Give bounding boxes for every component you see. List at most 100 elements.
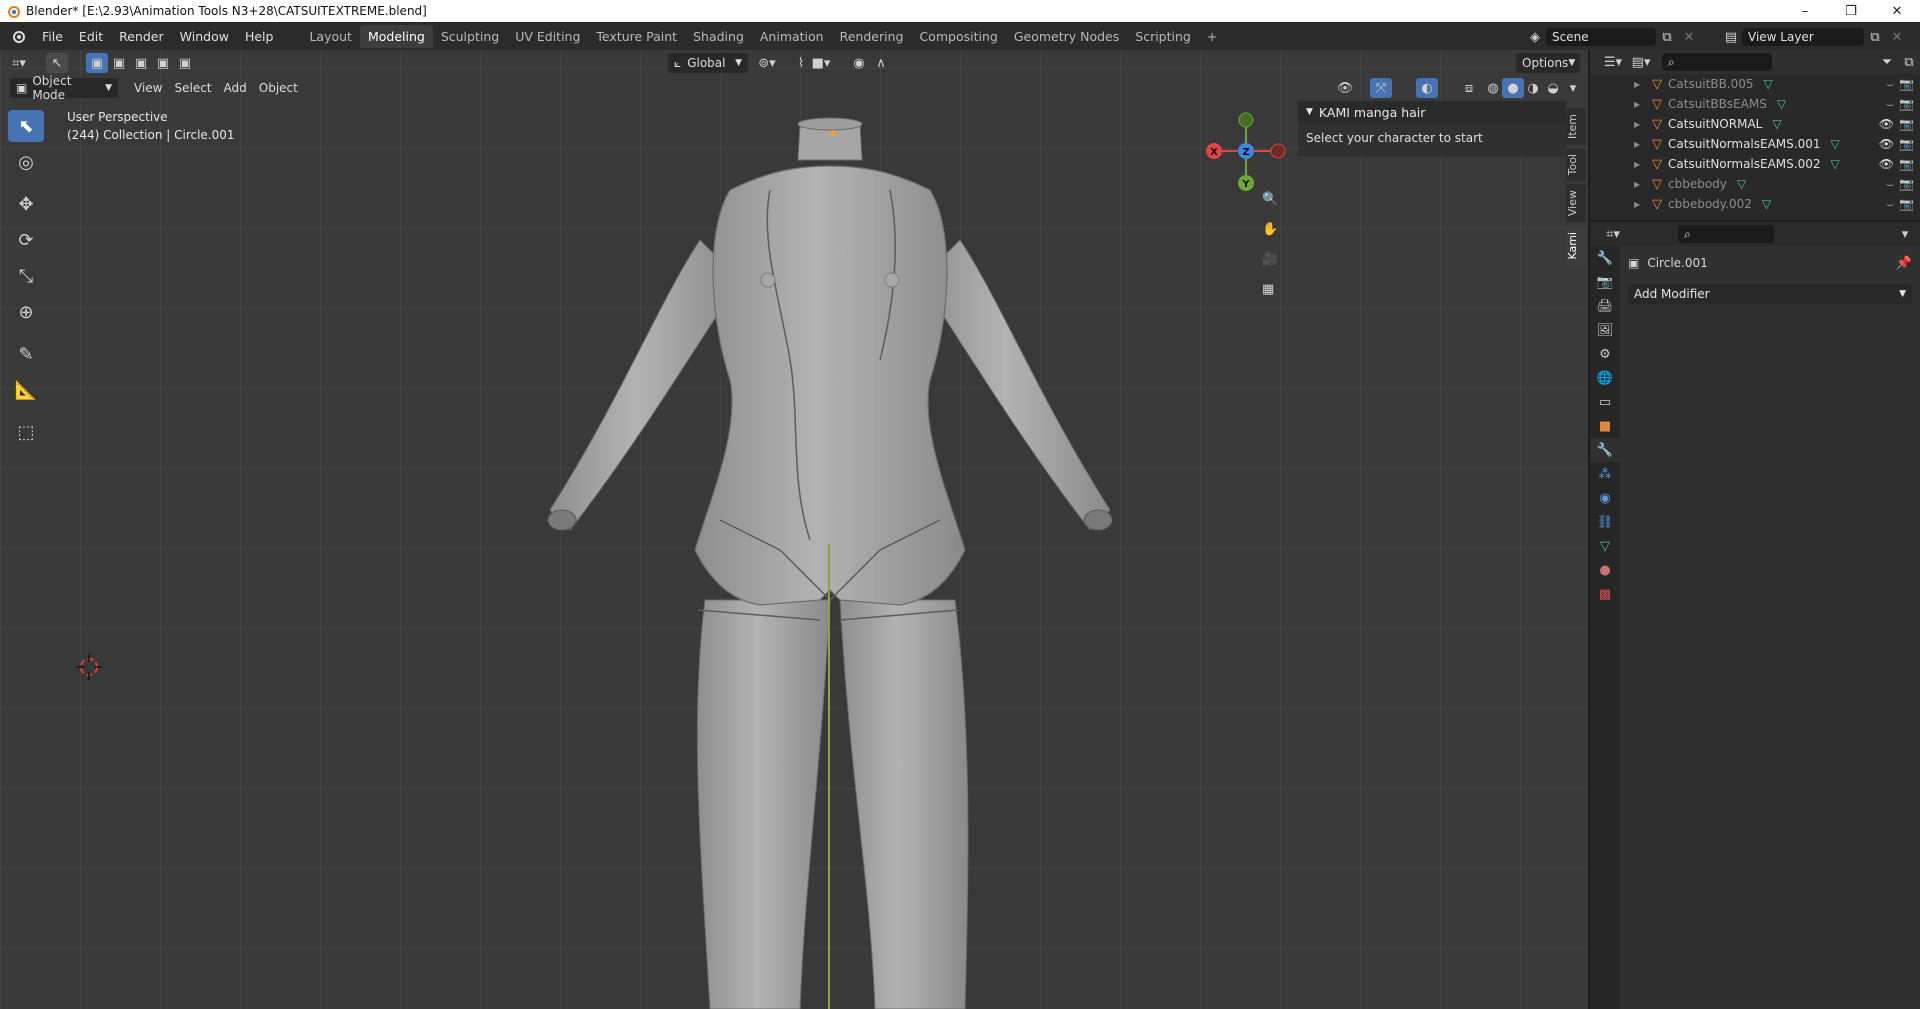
tab-texture-paint[interactable]: Texture Paint: [588, 25, 685, 48]
minimize-button[interactable]: –: [1782, 0, 1828, 22]
filter-icon[interactable]: ⏷: [1876, 52, 1898, 72]
menu-render[interactable]: Render: [111, 29, 172, 44]
scene-icon[interactable]: ◈: [1524, 27, 1546, 47]
pin-icon[interactable]: 📌: [1896, 256, 1912, 271]
output-properties-icon[interactable]: 🖨: [1590, 294, 1620, 318]
scene-field[interactable]: Scene: [1546, 28, 1656, 46]
outliner-editor-icon[interactable]: ☰▾: [1602, 52, 1624, 72]
menu-add[interactable]: Add: [218, 78, 253, 98]
options-dropdown[interactable]: Options ▼: [1516, 53, 1580, 73]
close-button[interactable]: ✕: [1874, 0, 1920, 22]
material-properties-icon[interactable]: ●: [1590, 558, 1620, 582]
menu-help[interactable]: Help: [237, 29, 282, 44]
expand-arrow-icon[interactable]: ▶: [1634, 80, 1648, 89]
modifier-properties-icon[interactable]: 🔧: [1590, 438, 1620, 462]
expand-arrow-icon[interactable]: ▶: [1634, 100, 1648, 109]
texture-properties-icon[interactable]: ▩: [1590, 582, 1620, 606]
new-view-layer-icon[interactable]: ⧉: [1864, 27, 1886, 47]
wireframe-shading-icon[interactable]: ◍: [1482, 78, 1504, 98]
grid-perspective-icon[interactable]: ▦: [1262, 282, 1274, 297]
mesh-data-icon[interactable]: ▽: [1764, 77, 1773, 91]
view-layer-field[interactable]: View Layer: [1742, 28, 1864, 46]
menu-window[interactable]: Window: [172, 29, 237, 44]
mesh-data-icon[interactable]: ▽: [1830, 137, 1839, 151]
eye-closed-icon[interactable]: ⌣: [1886, 177, 1894, 192]
mode-dropdown[interactable]: ▣ Object Mode ▼: [10, 74, 118, 102]
editor-type-icon[interactable]: ⌗▾: [8, 53, 30, 73]
menu-select[interactable]: Select: [168, 78, 217, 98]
delete-view-layer-icon[interactable]: ✕: [1886, 27, 1908, 47]
constraint-properties-icon[interactable]: ⛓: [1590, 510, 1620, 534]
select-tool-icon[interactable]: ↖: [46, 53, 68, 73]
eye-open-icon[interactable]: 👁: [1879, 157, 1894, 171]
tab-sculpting[interactable]: Sculpting: [433, 25, 507, 48]
material-shading-icon[interactable]: ◑: [1522, 78, 1544, 98]
menu-object[interactable]: Object: [253, 78, 304, 98]
shading-options-icon[interactable]: ▾: [1562, 78, 1584, 98]
view-layer-properties-icon[interactable]: 🖼: [1590, 318, 1620, 342]
outliner-row[interactable]: ▶ ▽ CatsuitNormalsEAMS.002 ▽ 👁 📷: [1590, 154, 1920, 174]
mesh-data-icon[interactable]: ▽: [1830, 157, 1839, 171]
expand-arrow-icon[interactable]: ▶: [1634, 180, 1648, 189]
render-camera-icon[interactable]: 📷: [1899, 197, 1914, 211]
tool-properties-icon[interactable]: 🔧: [1590, 246, 1620, 270]
tab-view[interactable]: View: [1566, 184, 1586, 223]
tab-tool[interactable]: Tool: [1566, 148, 1586, 182]
data-properties-icon[interactable]: ▽: [1590, 534, 1620, 558]
add-workspace-button[interactable]: +: [1199, 25, 1225, 48]
eye-closed-icon[interactable]: ⌣: [1886, 97, 1894, 112]
tab-item[interactable]: Item: [1566, 108, 1586, 146]
physics-properties-icon[interactable]: ◉: [1590, 486, 1620, 510]
menu-edit[interactable]: Edit: [71, 29, 111, 44]
add-cube-tool[interactable]: ⬚: [8, 416, 44, 448]
world-properties-icon[interactable]: 🌐: [1590, 366, 1620, 390]
select-box-tool[interactable]: ⬉: [8, 110, 44, 142]
properties-editor-icon[interactable]: ⌗▾: [1602, 224, 1624, 244]
transform-orientation-dropdown[interactable]: ⟀ Global ▼: [668, 53, 748, 73]
outliner-search-input[interactable]: ⌕: [1662, 53, 1772, 71]
properties-options-icon[interactable]: ▾: [1894, 224, 1916, 244]
view-layer-icon[interactable]: ▤: [1720, 27, 1742, 47]
select-mode-extend-icon[interactable]: ▣: [108, 53, 130, 73]
measure-tool[interactable]: 📐: [8, 374, 44, 406]
outliner-row[interactable]: ▶ ▽ cbbebody.002 ▽ ⌣ 📷: [1590, 194, 1920, 214]
xray-toggle-icon[interactable]: ⧈: [1458, 78, 1480, 98]
render-camera-icon[interactable]: 📷: [1899, 157, 1914, 171]
new-scene-icon[interactable]: ⧉: [1656, 27, 1678, 47]
add-modifier-dropdown[interactable]: Add Modifier ▼: [1628, 284, 1912, 304]
menu-file[interactable]: File: [34, 29, 71, 44]
tab-animation[interactable]: Animation: [752, 25, 832, 48]
navigation-gizmo[interactable]: X Y Z: [1200, 105, 1310, 245]
select-mode-new-icon[interactable]: ▣: [86, 53, 108, 73]
3d-viewport[interactable]: ⌗▾ ↖ ▣ ▣ ▣ ▣ ▣ ⟀ Global ▼ ⊚▾ ⌇ ■▾ ◉ ∧ Op…: [0, 50, 1588, 1009]
object-properties-icon[interactable]: ■: [1590, 414, 1620, 438]
catsuit-model[interactable]: [500, 80, 1180, 1009]
blender-menu-icon[interactable]: [10, 28, 26, 44]
display-mode-icon[interactable]: ▤▾: [1630, 52, 1652, 72]
expand-arrow-icon[interactable]: ▶: [1634, 160, 1648, 169]
render-camera-icon[interactable]: 📷: [1899, 97, 1914, 111]
render-camera-icon[interactable]: 📷: [1899, 77, 1914, 91]
render-camera-icon[interactable]: 📷: [1899, 117, 1914, 131]
transform-tool[interactable]: ⊕: [8, 296, 44, 328]
3d-cursor-icon[interactable]: [76, 654, 102, 680]
tab-shading[interactable]: Shading: [685, 25, 752, 48]
eye-closed-icon[interactable]: ⌣: [1886, 197, 1894, 212]
delete-scene-icon[interactable]: ✕: [1678, 27, 1700, 47]
pan-hand-icon[interactable]: ✋: [1262, 222, 1278, 237]
tab-modeling[interactable]: Modeling: [359, 24, 433, 48]
expand-arrow-icon[interactable]: ▶: [1634, 140, 1648, 149]
snap-toggle-icon[interactable]: ⌇: [790, 53, 812, 73]
outliner-row[interactable]: ▶ ▽ CatsuitBB.005 ▽ ⌣ 📷: [1590, 74, 1920, 94]
menu-view[interactable]: View: [128, 78, 168, 98]
mesh-data-icon[interactable]: ▽: [1737, 177, 1746, 191]
new-collection-icon[interactable]: ⧉: [1898, 52, 1920, 72]
expand-arrow-icon[interactable]: ▶: [1634, 120, 1648, 129]
move-tool[interactable]: ✥: [8, 188, 44, 220]
camera-icon[interactable]: 🎥: [1262, 252, 1278, 267]
tab-uv-editing[interactable]: UV Editing: [507, 25, 588, 48]
restore-button[interactable]: ❐: [1828, 0, 1874, 22]
particles-properties-icon[interactable]: ⁂: [1590, 462, 1620, 486]
tab-layout[interactable]: Layout: [301, 25, 360, 48]
outliner-row[interactable]: ▶ ▽ CatsuitNORMAL ▽ 👁 📷: [1590, 114, 1920, 134]
